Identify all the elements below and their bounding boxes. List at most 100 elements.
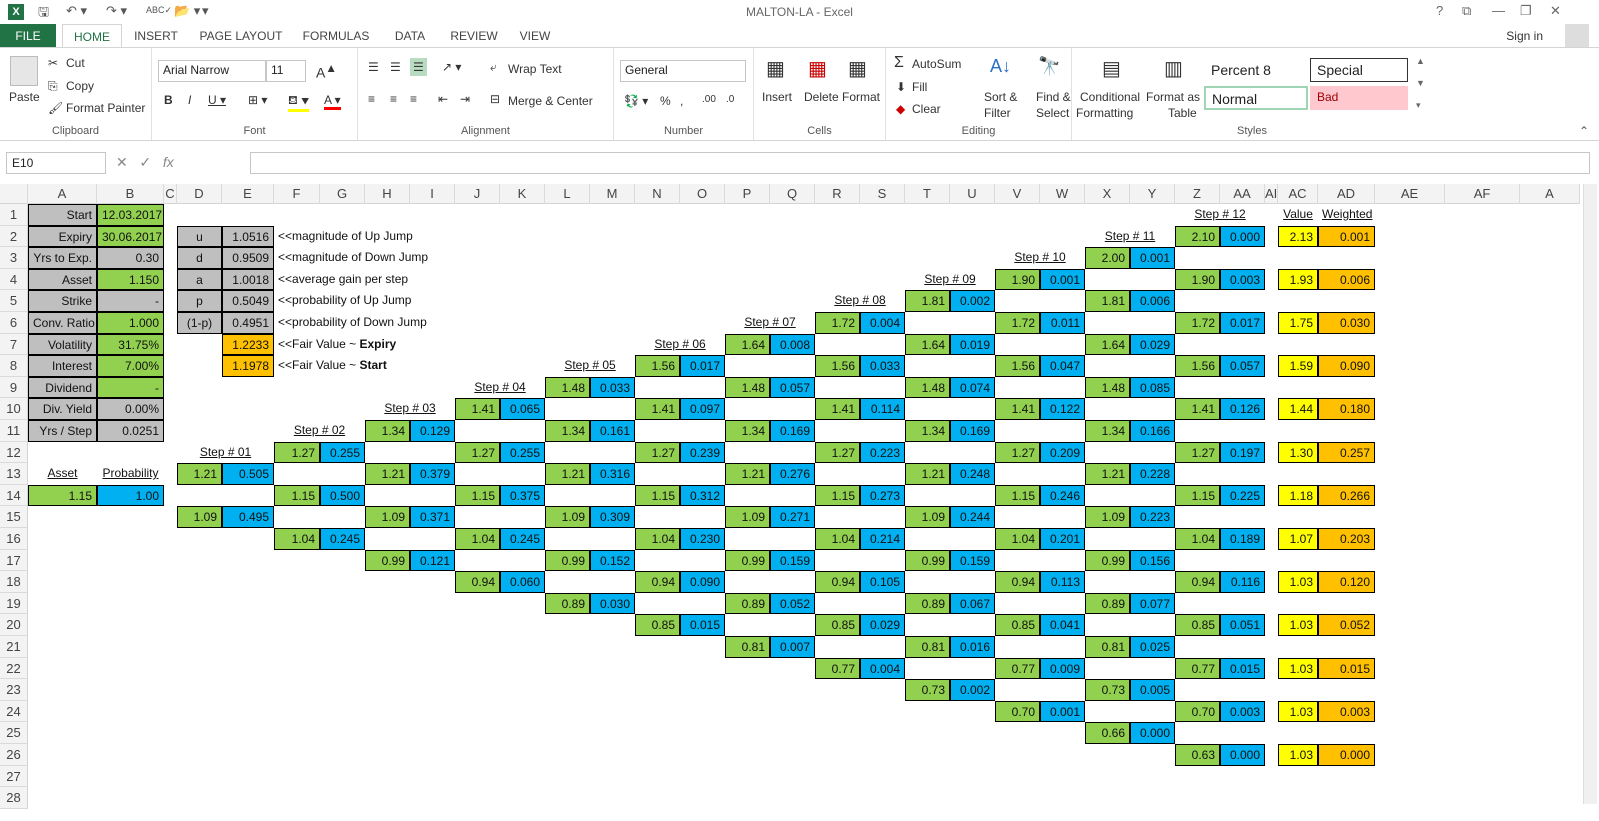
node-asset[interactable]: 1.21	[365, 463, 410, 485]
column-header-ai[interactable]: AI	[1265, 184, 1278, 204]
node-probability[interactable]: 0.105	[860, 571, 905, 593]
node-asset[interactable]: 1.27	[455, 441, 500, 464]
column-header-a[interactable]: A	[1520, 184, 1580, 204]
node-probability[interactable]: 0.051	[1220, 614, 1265, 636]
column-header-ae[interactable]: AE	[1375, 184, 1445, 204]
node-probability[interactable]: 0.097	[680, 398, 725, 420]
find-select-icon[interactable]: 🔭	[1038, 56, 1060, 77]
font-size-dropdown[interactable]: 11	[266, 60, 306, 82]
node-asset[interactable]: 1.15	[1175, 484, 1220, 507]
align-center-icon[interactable]: ≡	[390, 92, 397, 106]
terminal-value[interactable]: 1.03	[1278, 657, 1318, 680]
row-header-1[interactable]: 1	[0, 204, 28, 226]
row-header-26[interactable]: 26	[0, 744, 28, 766]
row-header-8[interactable]: 8	[0, 355, 28, 377]
node-asset[interactable]: 0.89	[545, 592, 590, 615]
param-label[interactable]: Strike	[28, 290, 97, 312]
cut-icon[interactable]: ✂	[48, 56, 58, 70]
node-probability[interactable]: 0.316	[590, 463, 635, 485]
node-probability[interactable]: 0.001	[1130, 247, 1175, 269]
terminal-value[interactable]: 1.03	[1278, 614, 1318, 636]
node-asset[interactable]: 1.56	[635, 355, 680, 377]
node-probability[interactable]: 0.033	[860, 355, 905, 377]
formula-input[interactable]	[250, 152, 1590, 174]
step-header[interactable]: Step # 03	[365, 398, 455, 420]
ribbon-display-icon[interactable]: ⧉	[1462, 3, 1471, 19]
node-probability[interactable]: 0.246	[1040, 484, 1085, 507]
param-label[interactable]: Interest	[28, 355, 97, 377]
column-header-c[interactable]: C	[164, 184, 177, 204]
param-value[interactable]: 12.03.2017	[97, 204, 164, 226]
comma-style-icon[interactable]: ,	[680, 94, 683, 108]
node-asset[interactable]: 1.48	[725, 376, 770, 399]
merge-center-button[interactable]: Merge & Center	[508, 94, 593, 108]
row-header-9[interactable]: 9	[0, 376, 28, 399]
node-probability[interactable]: 0.505	[222, 463, 274, 485]
column-header-g[interactable]: G	[320, 184, 365, 204]
node-probability[interactable]: 0.214	[860, 528, 905, 550]
column-header-i[interactable]: I	[410, 184, 455, 204]
node-probability[interactable]: 0.000	[1220, 744, 1265, 766]
node-probability[interactable]: 0.197	[1220, 441, 1265, 464]
node-asset[interactable]: 1.48	[545, 376, 590, 399]
node-asset[interactable]: 1.56	[815, 355, 860, 377]
tab-review[interactable]: REVIEW	[446, 24, 502, 48]
row-header-25[interactable]: 25	[0, 722, 28, 744]
node-asset[interactable]: 0.94	[815, 571, 860, 593]
node-asset[interactable]: 1.27	[1175, 441, 1220, 464]
jump-value[interactable]: 0.9509	[222, 247, 274, 269]
step-header[interactable]: Step # 02	[274, 420, 365, 442]
node-asset[interactable]: 1.15	[995, 484, 1040, 507]
node-asset[interactable]: 1.72	[815, 312, 860, 334]
copy-icon[interactable]: ⎘	[48, 79, 58, 94]
vertical-scrollbar[interactable]	[1583, 184, 1597, 804]
column-header-p[interactable]: P	[725, 184, 770, 204]
node-asset[interactable]: 1.34	[545, 420, 590, 442]
node-probability[interactable]: 0.002	[950, 679, 995, 701]
node-probability[interactable]: 0.225	[1220, 484, 1265, 507]
node-asset[interactable]: 0.89	[905, 592, 950, 615]
node-asset[interactable]: 0.70	[1175, 700, 1220, 723]
style-bad[interactable]: Bad	[1310, 86, 1408, 110]
node-probability[interactable]: 0.041	[1040, 614, 1085, 636]
column-header-f[interactable]: F	[274, 184, 320, 204]
step-header[interactable]: Step # 10	[995, 247, 1085, 269]
node-asset[interactable]: 0.77	[815, 657, 860, 680]
node-asset[interactable]: 1.15	[815, 484, 860, 507]
wrap-text-button[interactable]: Wrap Text	[508, 62, 562, 76]
fill-button[interactable]: Fill	[912, 80, 927, 94]
bold-button[interactable]: B	[164, 93, 173, 107]
node-asset[interactable]: 1.09	[365, 506, 410, 528]
node-asset[interactable]: 1.09	[545, 506, 590, 528]
node-asset[interactable]: 0.85	[1175, 614, 1220, 636]
fill-color-icon[interactable]: ⛾ ▾	[288, 93, 310, 112]
param-label[interactable]: Expiry	[28, 225, 97, 248]
row-header-18[interactable]: 18	[0, 571, 28, 593]
node-asset[interactable]: 1.04	[815, 528, 860, 550]
node-asset[interactable]: 0.99	[1085, 549, 1130, 572]
param-label[interactable]: Conv. Ratio	[28, 312, 97, 334]
param-value[interactable]: 31.75%	[97, 333, 164, 356]
styles-more-icon[interactable]: ▾	[1416, 100, 1421, 111]
format-cells-icon[interactable]: ▦	[848, 56, 867, 81]
column-header-z[interactable]: Z	[1175, 184, 1220, 204]
borders-icon[interactable]: ⊞ ▾	[248, 93, 267, 107]
node-asset[interactable]: 1.09	[177, 506, 222, 528]
node-asset[interactable]: 1.72	[995, 312, 1040, 334]
node-probability[interactable]: 0.030	[590, 592, 635, 615]
insert-cells-button[interactable]: Insert	[762, 90, 792, 104]
column-header-l[interactable]: L	[545, 184, 590, 204]
italic-button[interactable]: I	[188, 93, 191, 107]
node-asset[interactable]: 1.15	[274, 484, 320, 507]
style-normal[interactable]: Normal	[1204, 86, 1308, 110]
node-probability[interactable]: 0.228	[1130, 463, 1175, 485]
node-asset[interactable]: 1.64	[725, 333, 770, 356]
column-header-r[interactable]: R	[815, 184, 860, 204]
column-header-h[interactable]: H	[365, 184, 410, 204]
column-header-t[interactable]: T	[905, 184, 950, 204]
align-top-icon[interactable]: ☰	[368, 60, 379, 74]
node-asset[interactable]: 0.81	[1085, 636, 1130, 658]
node-asset[interactable]: 1.48	[905, 376, 950, 399]
fair-value[interactable]: 1.2233	[222, 333, 274, 356]
node-asset[interactable]: 0.70	[995, 700, 1040, 723]
